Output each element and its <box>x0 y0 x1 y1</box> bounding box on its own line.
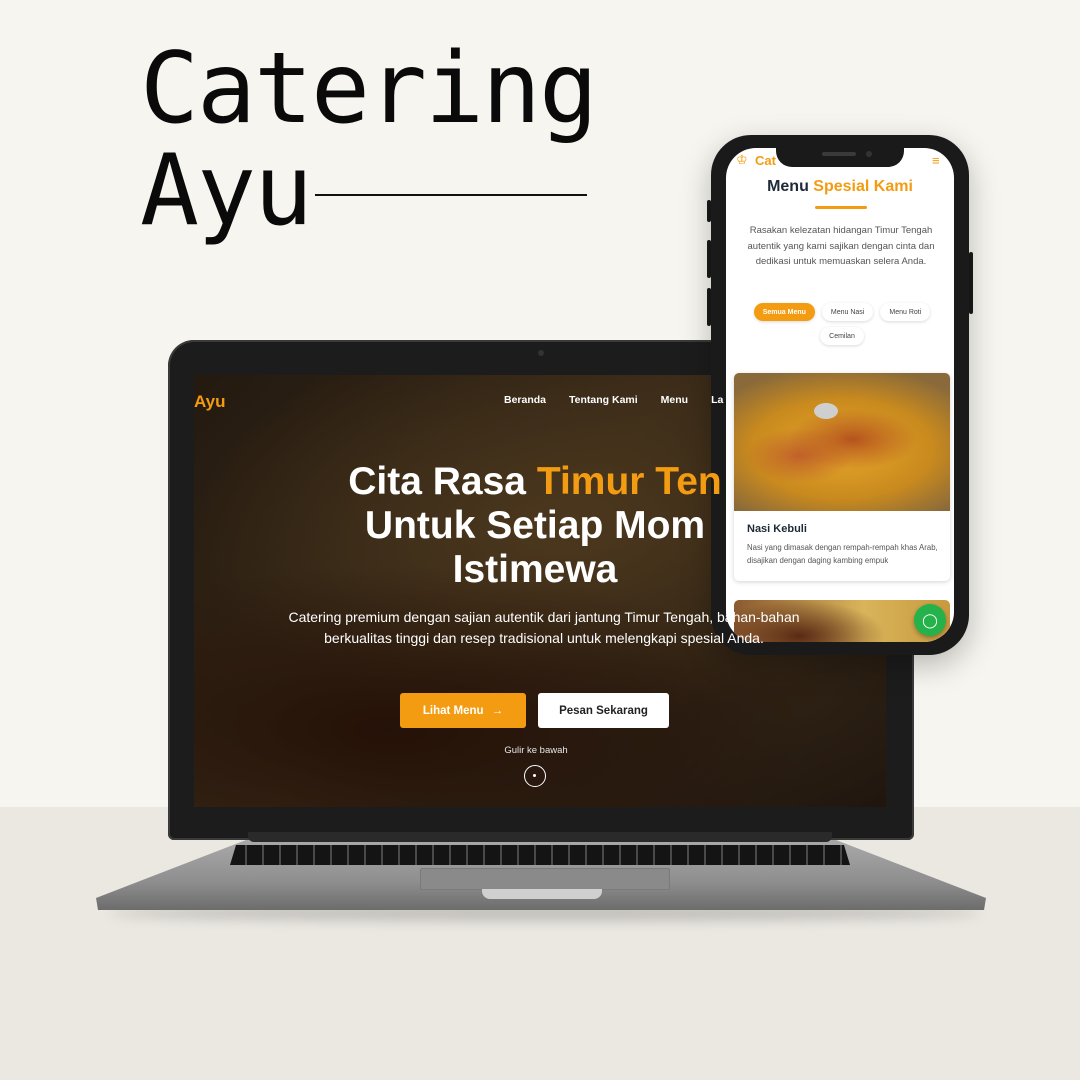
menu-filter-tabs: Semua Menu Menu Nasi Menu Roti Cemilan <box>752 303 932 345</box>
menu-section-title-plain: Menu <box>767 178 814 195</box>
phone-power-button <box>969 252 973 314</box>
laptop-trackpad <box>420 868 670 890</box>
tab-menu-nasi[interactable]: Menu Nasi <box>821 303 874 321</box>
tab-semua-menu[interactable]: Semua Menu <box>753 303 815 321</box>
hero-heading-accent: Timur Ten <box>536 460 722 503</box>
hero-heading-line2: Untuk Setiap Mom <box>364 504 706 547</box>
laptop-keyboard <box>230 845 850 865</box>
scroll-down-icon[interactable] <box>524 765 546 787</box>
phone-logo[interactable]: Cat <box>755 153 776 168</box>
brand-title: Catering Ayu <box>140 32 598 248</box>
menu-section-title-accent: Spesial Kami <box>813 178 913 195</box>
site-logo[interactable]: Ayu <box>194 392 226 412</box>
scroll-hint: Gulir ke bawah <box>504 745 568 756</box>
phone-notch <box>776 140 904 167</box>
menu-section-title: Menu Spesial Kami <box>726 178 954 196</box>
nav-item-truncated[interactable]: La <box>711 394 723 406</box>
brand-title-line1: Catering <box>140 32 598 146</box>
tab-cemilan[interactable]: Cemilan <box>820 327 864 345</box>
hero-heading-line3: Istimewa <box>452 548 618 591</box>
view-menu-button[interactable]: Lihat Menu → <box>400 693 526 728</box>
laptop-notch <box>482 889 602 899</box>
hero-subtitle: Catering premium dengan sajian autentik … <box>288 609 800 646</box>
order-now-button[interactable]: Pesan Sekarang <box>538 693 669 728</box>
title-underline <box>815 206 867 209</box>
arrow-right-icon: → <box>491 704 504 717</box>
hamburger-menu-icon[interactable]: ≡ <box>932 153 940 168</box>
brand-divider <box>315 194 588 196</box>
nav-item-beranda[interactable]: Beranda <box>504 394 546 406</box>
hero-heading: Cita Rasa Timur Ten Untuk Setiap Mom Ist… <box>194 460 876 592</box>
nav-item-tentang-kami[interactable]: Tentang Kami <box>569 394 638 406</box>
site-nav: Beranda Tentang Kami Menu La <box>504 394 723 406</box>
tab-menu-roti[interactable]: Menu Roti <box>880 303 931 321</box>
nav-item-menu[interactable]: Menu <box>661 394 688 406</box>
laptop-hinge <box>248 832 832 842</box>
view-menu-label: Lihat Menu <box>422 704 484 717</box>
hero-heading-plain: Cita Rasa <box>348 460 537 503</box>
order-now-label: Pesan Sekarang <box>559 704 648 717</box>
laptop-camera <box>538 350 544 356</box>
whatsapp-chat-icon[interactable]: ◯ <box>914 604 946 636</box>
chat-bubble-icon: ◯ <box>922 611 938 628</box>
laptop-screen: Ayu Beranda Tentang Kami Menu La Cita Ra… <box>194 375 886 807</box>
menu-section-description: Rasakan kelezatan hidangan Timur Tengah … <box>747 225 935 267</box>
brand-title-line2: Ayu <box>140 134 313 248</box>
chef-hat-icon: ♔ <box>736 152 748 167</box>
